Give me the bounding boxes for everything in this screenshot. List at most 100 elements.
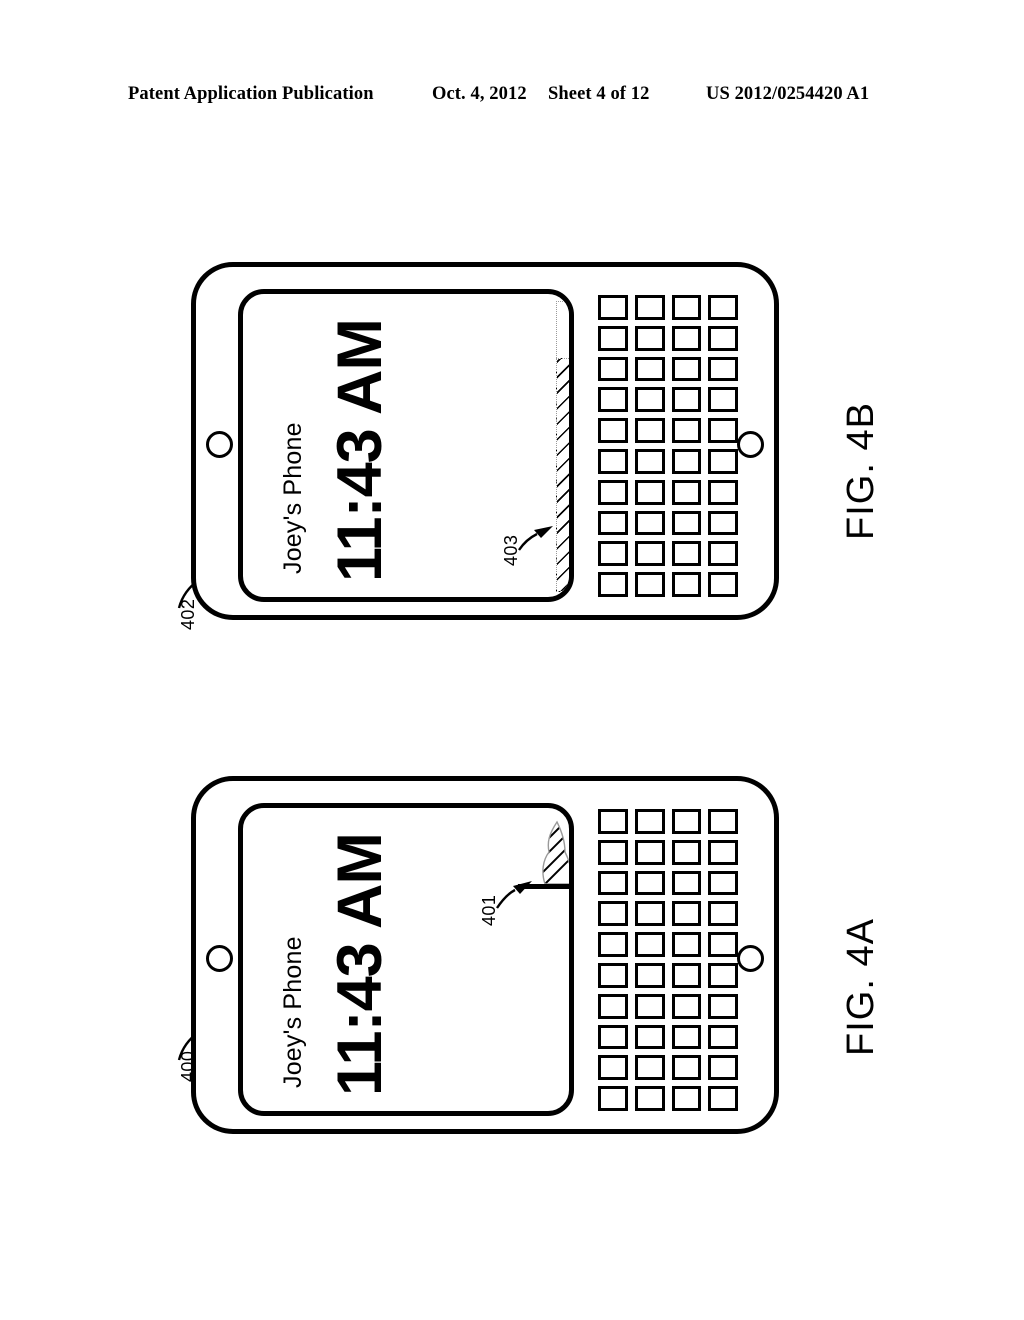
keyboard-key[interactable]: [634, 479, 665, 505]
keyboard-key[interactable]: [671, 962, 702, 988]
keyboard-key[interactable]: [708, 418, 738, 443]
keyboard-key[interactable]: [671, 809, 702, 834]
keyboard-key[interactable]: [634, 962, 665, 988]
device-earpiece-circle-left: [206, 945, 233, 972]
header-sheet-number: Sheet 4 of 12: [548, 84, 650, 104]
keyboard-key[interactable]: [708, 541, 738, 567]
keyboard-key[interactable]: [708, 295, 738, 320]
keyboard-key[interactable]: [671, 541, 702, 567]
screen-clock: 11:43 AM: [325, 319, 395, 582]
keyboard-key[interactable]: [708, 1086, 738, 1111]
keyboard-key[interactable]: [634, 572, 665, 597]
device-screen-402[interactable]: Joey's Phone 11:43 AM 403: [238, 289, 574, 602]
keyboard-key[interactable]: [708, 325, 738, 351]
keyboard-key[interactable]: [598, 839, 628, 865]
keyboard-key[interactable]: [598, 1055, 628, 1081]
keyboard-key[interactable]: [598, 479, 628, 505]
keyboard-key[interactable]: [671, 1055, 702, 1081]
keyboard-key[interactable]: [708, 510, 738, 536]
keyboard-key[interactable]: [671, 418, 702, 443]
keyboard-key[interactable]: [708, 387, 738, 413]
device-keyboard-402[interactable]: [598, 295, 738, 597]
reference-leader-401: [496, 881, 532, 909]
keyboard-key[interactable]: [708, 962, 738, 988]
keyboard-key[interactable]: [671, 572, 702, 597]
keyboard-key[interactable]: [598, 572, 628, 597]
device-screen-400[interactable]: Joey's Phone 11:43 AM 401: [238, 803, 574, 1116]
keyboard-key[interactable]: [598, 295, 628, 320]
keyboard-key[interactable]: [634, 510, 665, 536]
screen-device-name: Joey's Phone: [279, 422, 307, 574]
keyboard-key[interactable]: [708, 901, 738, 927]
keyboard-key[interactable]: [671, 479, 702, 505]
keyboard-key[interactable]: [634, 541, 665, 567]
keyboard-key[interactable]: [634, 325, 665, 351]
keyboard-key[interactable]: [634, 932, 665, 957]
keyboard-key[interactable]: [708, 448, 738, 474]
page-header: Patent Application Publication Oct. 4, 2…: [0, 84, 1024, 112]
keyboard-key[interactable]: [708, 1055, 738, 1081]
keyboard-key[interactable]: [708, 356, 738, 382]
keyboard-key[interactable]: [598, 962, 628, 988]
keyboard-key[interactable]: [634, 387, 665, 413]
phone-device-402[interactable]: Joey's Phone 11:43 AM 403: [191, 262, 779, 620]
keyboard-key[interactable]: [598, 418, 628, 443]
keyboard-key[interactable]: [708, 479, 738, 505]
keyboard-key[interactable]: [671, 448, 702, 474]
keyboard-key[interactable]: [598, 387, 628, 413]
keyboard-key[interactable]: [634, 901, 665, 927]
keyboard-key[interactable]: [634, 1024, 665, 1050]
keyboard-key[interactable]: [634, 418, 665, 443]
keyboard-key[interactable]: [671, 993, 702, 1019]
keyboard-key[interactable]: [634, 809, 665, 834]
keyboard-key[interactable]: [598, 870, 628, 896]
header-publication-title: Patent Application Publication: [128, 84, 374, 104]
keyboard-key[interactable]: [634, 1086, 665, 1111]
keyboard-key[interactable]: [598, 448, 628, 474]
keyboard-key[interactable]: [671, 1086, 702, 1111]
keyboard-key[interactable]: [634, 839, 665, 865]
keyboard-key[interactable]: [598, 993, 628, 1019]
keyboard-key[interactable]: [634, 870, 665, 896]
keyboard-key[interactable]: [671, 387, 702, 413]
keyboard-key[interactable]: [598, 541, 628, 567]
keyboard-key[interactable]: [708, 809, 738, 834]
keyboard-key[interactable]: [634, 295, 665, 320]
keyboard-key[interactable]: [598, 809, 628, 834]
keyboard-key[interactable]: [708, 932, 738, 957]
keyboard-key[interactable]: [634, 356, 665, 382]
keyboard-key[interactable]: [598, 1086, 628, 1111]
reference-leader-403: [518, 526, 553, 551]
keyboard-key[interactable]: [598, 901, 628, 927]
keyboard-key[interactable]: [708, 1024, 738, 1050]
keyboard-key[interactable]: [671, 901, 702, 927]
keyboard-key[interactable]: [671, 510, 702, 536]
device-home-circle-right: [737, 945, 764, 972]
header-publication-date: Oct. 4, 2012: [432, 84, 527, 104]
keyboard-key[interactable]: [634, 1055, 665, 1081]
keyboard-key[interactable]: [671, 1024, 702, 1050]
device-keyboard-400[interactable]: [598, 809, 738, 1111]
keyboard-key[interactable]: [598, 356, 628, 382]
header-document-number: US 2012/0254420 A1: [706, 84, 870, 104]
keyboard-key[interactable]: [708, 993, 738, 1019]
keyboard-key[interactable]: [671, 839, 702, 865]
keyboard-key[interactable]: [708, 572, 738, 597]
keyboard-key[interactable]: [671, 870, 702, 896]
keyboard-key[interactable]: [671, 295, 702, 320]
keyboard-key[interactable]: [708, 839, 738, 865]
keyboard-key[interactable]: [598, 510, 628, 536]
keyboard-key[interactable]: [671, 356, 702, 382]
level-indicator-403-fill: [556, 357, 569, 592]
keyboard-key[interactable]: [598, 1024, 628, 1050]
device-earpiece-circle-left: [206, 431, 233, 458]
keyboard-key[interactable]: [708, 870, 738, 896]
keyboard-key[interactable]: [634, 993, 665, 1019]
phone-device-400[interactable]: Joey's Phone 11:43 AM 401: [191, 776, 779, 1134]
keyboard-key[interactable]: [671, 325, 702, 351]
keyboard-key[interactable]: [598, 325, 628, 351]
device-home-circle-right: [737, 431, 764, 458]
keyboard-key[interactable]: [634, 448, 665, 474]
keyboard-key[interactable]: [598, 932, 628, 957]
keyboard-key[interactable]: [671, 932, 702, 957]
